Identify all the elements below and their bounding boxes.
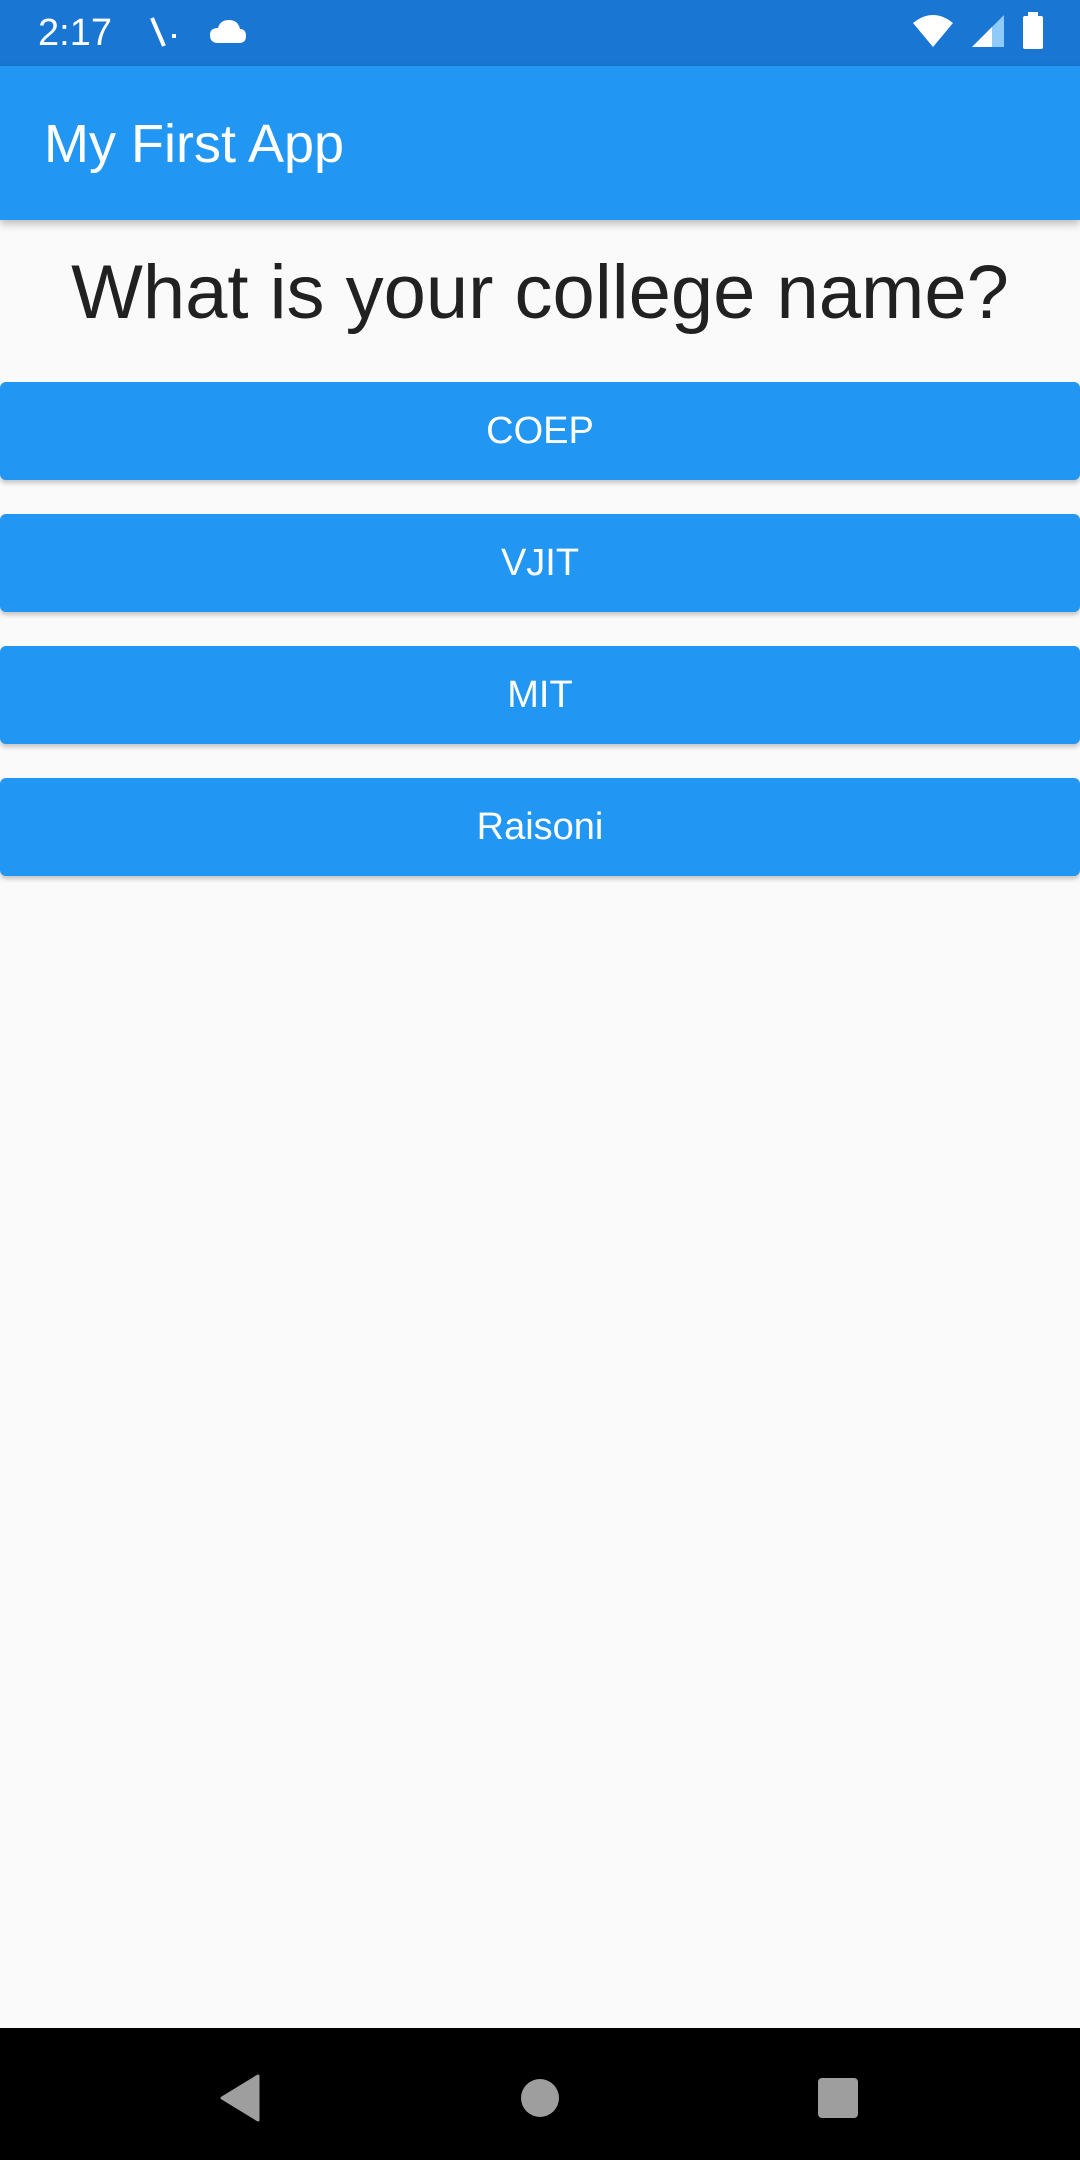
signal-scan-icon — [148, 14, 182, 55]
battery-icon — [1022, 12, 1044, 55]
recents-button[interactable] — [808, 2068, 868, 2128]
home-icon — [521, 2079, 559, 2117]
status-left-icons — [148, 14, 248, 55]
recents-icon — [818, 2078, 858, 2118]
app-title: My First App — [44, 114, 345, 174]
back-icon — [220, 2074, 260, 2122]
answer-button-vjit[interactable]: VJIT — [0, 514, 1080, 612]
wifi-icon — [912, 13, 954, 54]
cloud-icon — [208, 17, 248, 52]
question-text: What is your college name? — [71, 250, 1009, 335]
answer-button-raisoni[interactable]: Raisoni — [0, 778, 1080, 876]
home-button[interactable] — [510, 2068, 570, 2128]
status-bar: 2:17 — [0, 0, 1080, 66]
answer-button-coep[interactable]: COEP — [0, 382, 1080, 480]
status-right-icons — [912, 12, 1044, 55]
system-nav-bar — [0, 2028, 1080, 2160]
status-time: 2:17 — [38, 12, 112, 54]
answer-list: COEP VJIT MIT Raisoni — [0, 382, 1080, 910]
app-bar: My First App — [0, 66, 1080, 220]
cell-signal-icon — [970, 13, 1006, 54]
back-button[interactable] — [210, 2068, 270, 2128]
answer-button-mit[interactable]: MIT — [0, 646, 1080, 744]
